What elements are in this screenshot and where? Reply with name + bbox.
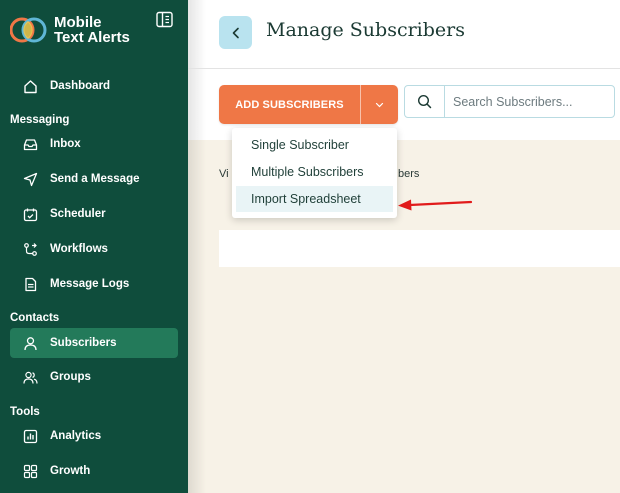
- section-contacts: Contacts: [10, 312, 60, 324]
- sidebar-item-label: Scheduler: [50, 208, 106, 220]
- menu-item-import-spreadsheet[interactable]: Import Spreadsheet: [236, 186, 393, 212]
- app-name: Mobile Text Alerts: [54, 15, 130, 45]
- sidebar-item-label: Dashboard: [50, 80, 111, 92]
- sidebar-item-label: Workflows: [50, 243, 108, 255]
- sidebar-collapse-icon[interactable]: [156, 11, 173, 28]
- menu-item-multiple-subscribers[interactable]: Multiple Subscribers: [236, 159, 393, 185]
- workflow-icon: [22, 241, 38, 257]
- sidebar-item-label: Analytics: [50, 430, 102, 442]
- subscribers-card: [219, 230, 620, 267]
- add-subscribers-button[interactable]: ADD SUBSCRIBERS: [219, 85, 398, 124]
- menu-item-single-subscriber[interactable]: Single Subscriber: [236, 132, 393, 158]
- sidebar-item-workflows[interactable]: Workflows: [10, 234, 178, 264]
- sidebar-item-scheduler[interactable]: Scheduler: [10, 199, 178, 229]
- add-subscribers-menu: Single Subscriber Multiple Subscribers I…: [232, 128, 397, 218]
- add-subscribers-label[interactable]: ADD SUBSCRIBERS: [219, 99, 360, 111]
- sidebar-item-inbox[interactable]: Inbox: [10, 129, 178, 159]
- section-messaging: Messaging: [10, 114, 70, 126]
- annotation-arrow-icon: [398, 199, 473, 211]
- search-icon[interactable]: [405, 86, 445, 117]
- section-tools: Tools: [10, 406, 40, 418]
- calendar-icon: [22, 206, 38, 222]
- add-subscribers-dropdown-toggle[interactable]: [361, 102, 398, 108]
- sidebar-item-label: Groups: [50, 371, 91, 383]
- sidebar-item-label: Send a Message: [50, 173, 140, 185]
- logo-icon: [10, 17, 47, 43]
- search-box: [404, 85, 615, 118]
- view-text-partial: Vi: [219, 168, 229, 180]
- back-button[interactable]: [219, 16, 252, 49]
- growth-icon: [22, 463, 38, 479]
- app-name-line2: Text Alerts: [54, 29, 130, 46]
- sidebar-item-send-message[interactable]: Send a Message: [10, 164, 178, 194]
- sidebar-item-label: Subscribers: [50, 337, 117, 349]
- sidebar-item-groups[interactable]: Groups: [10, 362, 178, 392]
- sidebar-item-growth[interactable]: Growth: [10, 456, 178, 486]
- analytics-icon: [22, 428, 38, 444]
- search-input[interactable]: [445, 94, 613, 109]
- header-divider: [188, 68, 620, 69]
- chevron-down-icon: [375, 102, 384, 107]
- sidebar-item-message-logs[interactable]: Message Logs: [10, 269, 178, 299]
- home-icon: [22, 78, 38, 94]
- sidebar-item-analytics[interactable]: Analytics: [10, 421, 178, 451]
- page-title: Manage Subscribers: [266, 19, 465, 41]
- logs-icon: [22, 276, 38, 292]
- sidebar-item-label: Message Logs: [50, 278, 130, 290]
- app-logo[interactable]: Mobile Text Alerts: [10, 14, 130, 46]
- groups-icon: [22, 369, 38, 385]
- app-name-line1: Mobile: [54, 14, 102, 31]
- chevron-left-icon: [232, 27, 239, 38]
- sidebar-item-label: Inbox: [50, 138, 81, 150]
- inbox-icon: [22, 136, 38, 152]
- send-icon: [22, 171, 38, 187]
- sidebar-item-subscribers[interactable]: Subscribers: [10, 328, 178, 358]
- user-icon: [22, 335, 38, 351]
- sidebar-item-label: Growth: [50, 465, 91, 477]
- subscribers-text-partial: bers: [398, 168, 420, 180]
- sidebar: Mobile Text Alerts Dashboard Messaging I…: [0, 0, 188, 493]
- sidebar-item-dashboard[interactable]: Dashboard: [10, 71, 178, 101]
